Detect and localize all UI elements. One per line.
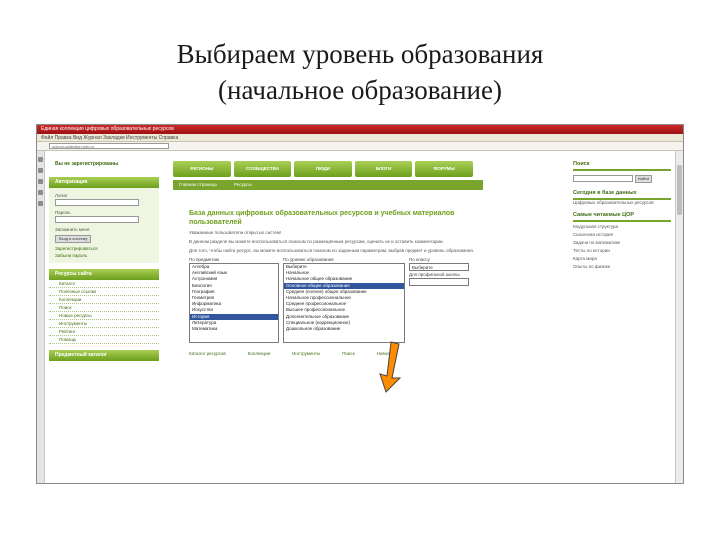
password-input[interactable] xyxy=(55,216,139,223)
web-page: Вы не зарегистрированы Авторизация Логин… xyxy=(45,151,675,483)
breadcrumb-home[interactable]: Главная страница xyxy=(179,182,217,187)
login-input[interactable] xyxy=(55,199,139,206)
nav-people[interactable]: ЛЮДИ xyxy=(294,161,352,177)
resource-link[interactable]: Помощь xyxy=(49,336,159,344)
resource-link[interactable]: Новые ресурсы xyxy=(49,312,159,320)
subject-listbox[interactable]: Алгебра Английский язык Астрономия Биология… xyxy=(189,263,279,343)
resources-list: Каталог Полезные ссылки Коллекции Поиск … xyxy=(49,280,159,344)
catalog-header: Предметный каталог xyxy=(49,350,159,361)
description-text: В данном разделе вы можете воспользовать… xyxy=(189,239,444,244)
footer-link[interactable]: Инструменты xyxy=(292,351,320,356)
popular-item[interactable]: Сказочная история xyxy=(573,232,671,238)
forgot-password-link[interactable]: Забыли пароль xyxy=(55,252,153,259)
grade-filter: По классу Выберите Для профильной школы xyxy=(409,257,469,343)
arrow-down-icon xyxy=(379,341,402,393)
search-instructions: Для того, чтобы найти ресурс, вы можете … xyxy=(189,248,475,253)
content-footer-nav: Каталог ресурсов Коллекции Инструменты П… xyxy=(189,351,485,356)
browser-addressbar: school-collection.edu.ru xyxy=(37,142,683,151)
password-label: Пароль xyxy=(55,210,71,215)
resource-link[interactable]: Рейтинг xyxy=(49,328,159,336)
popular-header: Самые читаемые ЦОР xyxy=(573,210,671,222)
resource-link[interactable]: Каталог xyxy=(49,280,159,288)
login-button[interactable]: Вход в систему xyxy=(55,235,92,243)
popular-item[interactable]: Карта мира xyxy=(573,256,671,262)
footer-link[interactable]: Каталог ресурсов xyxy=(189,351,226,356)
resource-link[interactable]: Инструменты xyxy=(49,320,159,328)
grade-dropdown[interactable]: Выберите xyxy=(409,263,469,271)
today-text: Цифровых образовательных ресурсов xyxy=(573,200,654,205)
top-nav: РЕГИОНЫ СООБЩЕСТВА ЛЮДИ БЛОГИ ФОРУМЫ xyxy=(173,161,473,177)
nav-forums[interactable]: ФОРУМЫ xyxy=(415,161,473,177)
footer-link[interactable]: Коллекции xyxy=(248,351,270,356)
right-column: Поиск Найти Сегодня в базе данных Цифров… xyxy=(573,155,671,270)
level-option[interactable]: Дошкольное образование xyxy=(284,326,404,332)
scroll-thumb[interactable] xyxy=(677,165,682,215)
site-search-input[interactable] xyxy=(573,175,633,182)
slide-title-line1: Выбираем уровень образования xyxy=(176,39,544,69)
breadcrumb-resources[interactable]: Ресурсы xyxy=(234,182,252,187)
home-icon[interactable] xyxy=(38,190,43,195)
bookmark-icon[interactable] xyxy=(38,201,43,206)
browser-screenshot: Единая коллекция цифровых образовательны… xyxy=(36,124,684,484)
resources-header: Ресурсы сайта xyxy=(49,269,159,280)
page-title: База данных цифровых образовательных рес… xyxy=(189,210,455,226)
intro-text: Уважаемые пользователи открытых систем! xyxy=(189,230,282,235)
reload-icon[interactable] xyxy=(38,179,43,184)
nav-regions[interactable]: РЕГИОНЫ xyxy=(173,161,231,177)
profile-school-label: Для профильной школы xyxy=(409,272,460,277)
left-column: Вы не зарегистрированы Авторизация Логин… xyxy=(49,157,159,361)
remember-checkbox[interactable]: Запомнить меня xyxy=(55,226,153,233)
subject-option[interactable]: Математика xyxy=(190,326,278,332)
browser-menubar[interactable]: Файл Правка Вид Журнал Закладки Инструме… xyxy=(37,134,683,142)
popular-list: Модульная структура Сказочная история За… xyxy=(573,224,671,270)
profile-school-dropdown[interactable] xyxy=(409,278,469,286)
footer-link[interactable]: Поиск xyxy=(342,351,354,356)
back-icon[interactable] xyxy=(38,157,43,162)
auth-panel: Логин Пароль Запомнить меня Вход в систе… xyxy=(49,188,159,263)
resource-link[interactable]: Полезные ссылки xyxy=(49,288,159,296)
login-label: Логин xyxy=(55,193,68,198)
forward-icon[interactable] xyxy=(38,168,43,173)
main-content: База данных цифровых образовательных рес… xyxy=(189,209,485,356)
address-input[interactable]: school-collection.edu.ru xyxy=(49,143,169,149)
browser-titlebar: Единая коллекция цифровых образовательны… xyxy=(37,125,683,134)
nav-blogs[interactable]: БЛОГИ xyxy=(354,161,413,177)
browser-sidebar xyxy=(37,151,45,483)
slide-title-line2: (начальное образование) xyxy=(218,75,502,105)
resource-link[interactable]: Поиск xyxy=(49,304,159,312)
register-link[interactable]: Вы не зарегистрированы xyxy=(49,157,159,171)
today-header: Сегодня в базе данных xyxy=(573,188,671,200)
register-account-link[interactable]: Зарегистрироваться xyxy=(55,245,153,252)
subject-filter: По предметам Алгебра Английский язык Астро… xyxy=(189,257,279,343)
search-filters: По предметам Алгебра Английский язык Астро… xyxy=(189,257,485,343)
popular-item[interactable]: Модульная структура xyxy=(573,224,671,230)
resource-link[interactable]: Коллекции xyxy=(49,296,159,304)
search-header: Поиск xyxy=(573,159,671,171)
popular-item[interactable]: Задачи по математике xyxy=(573,240,671,246)
nav-communities[interactable]: СООБЩЕСТВА xyxy=(233,161,292,177)
auth-header: Авторизация xyxy=(49,177,159,188)
level-filter: По уровню образования Выберите Начальное Н… xyxy=(283,257,405,343)
page-scrollbar[interactable] xyxy=(675,151,683,483)
breadcrumb: Главная страница Ресурсы xyxy=(173,180,483,190)
slide-title: Выбираем уровень образования (начальное … xyxy=(0,36,720,108)
site-search-button[interactable]: Найти xyxy=(634,175,653,183)
popular-item[interactable]: Опыты по физике xyxy=(573,264,671,270)
popular-item[interactable]: Тесты по истории xyxy=(573,248,671,254)
level-listbox[interactable]: Выберите Начальное Начальное общее образов… xyxy=(283,263,405,343)
